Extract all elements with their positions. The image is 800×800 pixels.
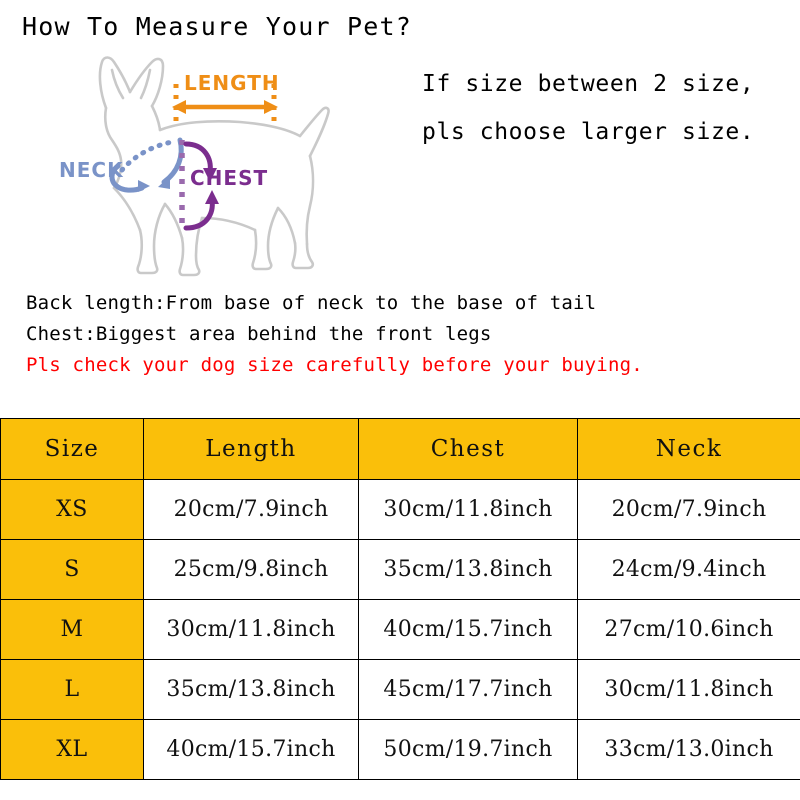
table-row: XL 40cm/15.7inch 50cm/19.7inch 33cm/13.0… <box>0 719 800 780</box>
column-header-size: Size <box>0 418 144 480</box>
measurement-instructions: Back length:From base of neck to the bas… <box>26 288 786 381</box>
column-header-neck: Neck <box>577 418 800 480</box>
table-row: M 30cm/11.8inch 40cm/15.7inch 27cm/10.6i… <box>0 599 800 660</box>
length-label: LENGTH <box>184 71 280 95</box>
cell-neck: 33cm/13.0inch <box>577 719 800 780</box>
cell-size: M <box>0 599 144 660</box>
cell-size: L <box>0 659 144 720</box>
table-row: S 25cm/9.8inch 35cm/13.8inch 24cm/9.4inc… <box>0 539 800 600</box>
cell-length: 35cm/13.8inch <box>143 659 359 720</box>
column-header-length: Length <box>143 418 359 480</box>
chest-arrow-bottom-icon <box>183 190 219 231</box>
cell-chest: 30cm/11.8inch <box>358 479 578 540</box>
cell-chest: 35cm/13.8inch <box>358 539 578 600</box>
cell-chest: 45cm/17.7inch <box>358 659 578 720</box>
neck-measure-group: NECK <box>60 137 184 193</box>
cell-length: 25cm/9.8inch <box>143 539 359 600</box>
dog-measurement-diagram: LENGTH NECK CHEST <box>60 48 360 283</box>
table-row: XS 20cm/7.9inch 30cm/11.8inch 20cm/7.9in… <box>0 479 800 540</box>
instruction-chest: Chest:Biggest area behind the front legs <box>26 323 492 345</box>
table-row: L 35cm/13.8inch 45cm/17.7inch 30cm/11.8i… <box>0 659 800 720</box>
chest-label: CHEST <box>190 166 268 190</box>
cell-length: 30cm/11.8inch <box>143 599 359 660</box>
instruction-back-length: Back length:From base of neck to the bas… <box>26 292 597 314</box>
cell-length: 20cm/7.9inch <box>143 479 359 540</box>
cell-neck: 24cm/9.4inch <box>577 539 800 600</box>
cell-size: S <box>0 539 144 600</box>
neck-dotted-line-icon <box>119 139 175 173</box>
size-advice-line-1: If size between 2 size, <box>422 71 755 97</box>
length-arrow-icon <box>172 100 278 114</box>
size-chart-table: Size Length Chest Neck XS 20cm/7.9inch 3… <box>0 418 800 780</box>
size-advice-line-2: pls choose larger size. <box>422 119 755 145</box>
column-header-chest: Chest <box>358 418 578 480</box>
instruction-warning: Pls check your dog size carefully before… <box>26 354 643 376</box>
cell-size: XS <box>0 479 144 540</box>
dog-silhouette-svg: LENGTH NECK CHEST <box>60 56 330 277</box>
cell-neck: 20cm/7.9inch <box>577 479 800 540</box>
chest-measure-group: CHEST <box>179 140 268 231</box>
cell-neck: 30cm/11.8inch <box>577 659 800 720</box>
size-advice-note: If size between 2 size, pls choose large… <box>422 60 792 156</box>
cell-chest: 40cm/15.7inch <box>358 599 578 660</box>
cell-length: 40cm/15.7inch <box>143 719 359 780</box>
page-title: How To Measure Your Pet? <box>22 12 413 41</box>
table-header-row: Size Length Chest Neck <box>0 418 800 480</box>
neck-label: NECK <box>60 158 124 182</box>
cell-size: XL <box>0 719 144 780</box>
cell-chest: 50cm/19.7inch <box>358 719 578 780</box>
length-measure-group: LENGTH <box>172 71 280 126</box>
cell-neck: 27cm/10.6inch <box>577 599 800 660</box>
